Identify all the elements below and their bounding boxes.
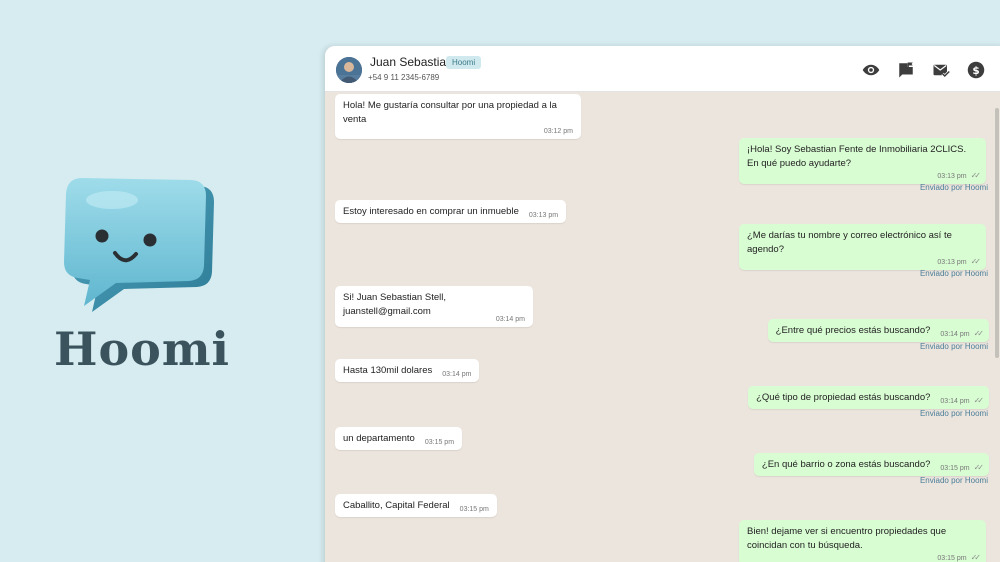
- contact-phone: +54 9 11 2345-6789: [368, 73, 440, 82]
- sent-by-label: Enviado por Hoomi: [919, 342, 988, 351]
- double-check-icon: ✓✓: [970, 171, 982, 180]
- message-incoming: un departamento 03:15 pm: [335, 427, 463, 450]
- message-outgoing: Bien! dejame ver si encuentro propiedade…: [739, 520, 986, 562]
- message-time: 03:14 pm: [442, 371, 472, 378]
- message-incoming: Caballito, Capital Federal 03:15 pm: [335, 494, 497, 517]
- double-check-icon: ✓✓: [970, 553, 982, 562]
- avatar-photo-icon: [336, 57, 362, 83]
- message-outgoing: ¿Entre qué precios estás buscando? 03:14 …: [767, 319, 989, 342]
- message-text: ¿Me darías tu nombre y correo electrónic…: [747, 230, 952, 255]
- header-actions: $: [862, 61, 985, 79]
- message-time: 03:13 pm: [937, 259, 967, 266]
- message-outgoing: ¿En qué barrio o zona estás buscando? 03:…: [753, 453, 989, 476]
- message-outgoing: ¿Qué tipo de propiedad estás buscando? 03…: [748, 386, 989, 409]
- message-text: Caballito, Capital Federal: [343, 500, 450, 511]
- message-text: ¿Entre qué precios estás buscando?: [775, 325, 931, 336]
- message-incoming: Estoy interesado en comprar un inmueble 0…: [335, 200, 567, 223]
- message-incoming: Si! Juan Sebastian Stell, juanstell@gmai…: [335, 286, 533, 327]
- chat-header: Juan Sebastian Hoomi +54 9 11 2345-6789: [325, 46, 1000, 92]
- message-time: 03:12 pm: [543, 128, 573, 135]
- chat-scrollbar[interactable]: [995, 108, 999, 358]
- sent-by-label: Enviado por Hoomi: [919, 476, 988, 485]
- message-time: 03:13 pm: [937, 173, 967, 180]
- message-text: Bien! dejame ver si encuentro propiedade…: [747, 526, 947, 551]
- message-text: ¡Hola! Soy Sebastian Fente de Inmobiliar…: [747, 144, 967, 169]
- brand-panel: Hoomi: [0, 0, 325, 562]
- double-check-icon: ✓✓: [970, 257, 982, 266]
- chat-window: Juan Sebastian Hoomi +54 9 11 2345-6789: [325, 46, 1000, 562]
- message-text: Si! Juan Sebastian Stell, juanstell@gmai…: [343, 292, 446, 317]
- mail-check-icon[interactable]: [932, 61, 950, 79]
- message-time: 03:13 pm: [528, 212, 559, 219]
- dollar-icon[interactable]: $: [967, 61, 985, 79]
- message-time: 03:15 pm: [940, 465, 970, 472]
- svg-text:$: $: [972, 65, 979, 77]
- message-incoming: Hola! Me gustaría consultar por una prop…: [335, 94, 581, 139]
- contact-avatar[interactable]: [336, 57, 362, 83]
- message-incoming: Hasta 130mil dolares 03:14 pm: [335, 359, 480, 382]
- message-time: 03:14 pm: [940, 398, 970, 405]
- message-text: Hasta 130mil dolares: [343, 365, 433, 376]
- contact-name: Juan Sebastian: [370, 55, 453, 69]
- brand-name: Hoomi: [54, 322, 230, 376]
- message-text: un departamento: [343, 433, 415, 444]
- hoomi-chat-bubble-logo-icon: [64, 178, 214, 312]
- eye-icon[interactable]: [862, 61, 880, 79]
- double-check-icon: ✓✓: [973, 329, 985, 338]
- message-time: 03:14 pm: [940, 331, 970, 338]
- message-time: 03:15 pm: [937, 555, 967, 562]
- sent-by-label: Enviado por Hoomi: [919, 269, 988, 278]
- message-text: Hola! Me gustaría consultar por una prop…: [343, 100, 557, 125]
- message-time: 03:15 pm: [424, 439, 455, 446]
- double-check-icon: ✓✓: [973, 396, 985, 405]
- contact-badge: Hoomi: [446, 56, 482, 69]
- message-outgoing: ¡Hola! Soy Sebastian Fente de Inmobiliar…: [739, 138, 986, 184]
- message-outgoing: ¿Me darías tu nombre y correo electrónic…: [739, 224, 986, 270]
- sent-by-label: Enviado por Hoomi: [919, 183, 988, 192]
- chat-flag-icon[interactable]: [897, 61, 915, 79]
- double-check-icon: ✓✓: [973, 463, 985, 472]
- sent-by-label: Enviado por Hoomi: [919, 409, 988, 418]
- message-text: Estoy interesado en comprar un inmueble: [343, 206, 519, 217]
- message-text: ¿Qué tipo de propiedad estás buscando?: [756, 392, 931, 403]
- message-time: 03:15 pm: [459, 506, 489, 513]
- message-text: ¿En qué barrio o zona estás buscando?: [761, 459, 931, 470]
